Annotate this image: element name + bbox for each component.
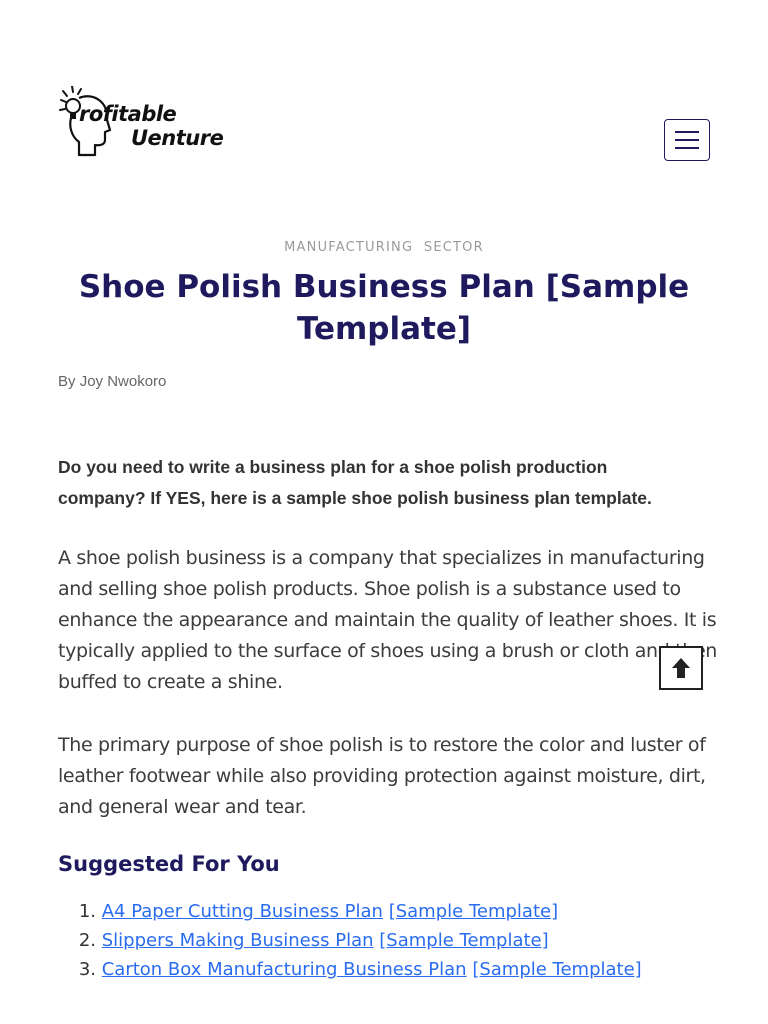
intro-paragraph: Do you need to write a business plan for… — [58, 457, 652, 508]
arrow-up-icon — [672, 658, 690, 678]
suggested-link-suffix[interactable]: [Sample Template] — [472, 959, 641, 980]
byline-prefix: By — [58, 373, 80, 390]
list-number: 1. — [78, 901, 96, 922]
suggested-link[interactable]: Carton Box Manufacturing Business Plan — [102, 959, 467, 980]
logo-text-line1: rofitable — [79, 102, 177, 126]
suggested-link[interactable]: Slippers Making Business Plan — [102, 930, 374, 951]
page-title: Shoe Polish Business Plan [Sample Templa… — [78, 269, 690, 347]
suggested-link-suffix[interactable]: [Sample Template] — [379, 930, 548, 951]
hamburger-menu-icon — [675, 131, 699, 133]
suggested-link-suffix[interactable]: [Sample Template] — [389, 901, 558, 922]
author-link[interactable]: Joy Nwokoro — [80, 373, 167, 390]
logo-text-line2: Uenture — [131, 126, 224, 150]
list-number: 2. — [78, 930, 96, 951]
site-logo[interactable]: rofitable Uenture — [57, 86, 249, 158]
suggested-link[interactable]: A4 Paper Cutting Business Plan — [102, 901, 383, 922]
hamburger-menu-icon-bar — [675, 147, 699, 149]
list-item: 1. A4 Paper Cutting Business Plan [Sampl… — [58, 897, 642, 926]
list-item: 2. Slippers Making Business Plan [Sample… — [58, 926, 642, 955]
category-label: MANUFACTURING SECTOR — [0, 240, 768, 255]
category-link[interactable]: MANUFACTURING SECTOR — [284, 240, 484, 255]
body-paragraph: A shoe polish business is a company that… — [58, 547, 717, 693]
byline: By Joy Nwokoro — [58, 373, 166, 390]
suggested-list: 1. A4 Paper Cutting Business Plan [Sampl… — [58, 897, 642, 984]
page: rofitable Uenture MANUFACTURING SECTOR S… — [0, 0, 768, 1024]
scroll-to-top-button[interactable] — [659, 646, 703, 690]
suggested-heading: Suggested For You — [58, 852, 280, 876]
menu-toggle-button[interactable] — [664, 119, 710, 161]
hamburger-menu-icon-bar — [675, 139, 699, 141]
body-paragraph: The primary purpose of shoe polish is to… — [58, 734, 706, 818]
list-number: 3. — [78, 959, 96, 980]
list-item: 3. Carton Box Manufacturing Business Pla… — [58, 955, 642, 984]
